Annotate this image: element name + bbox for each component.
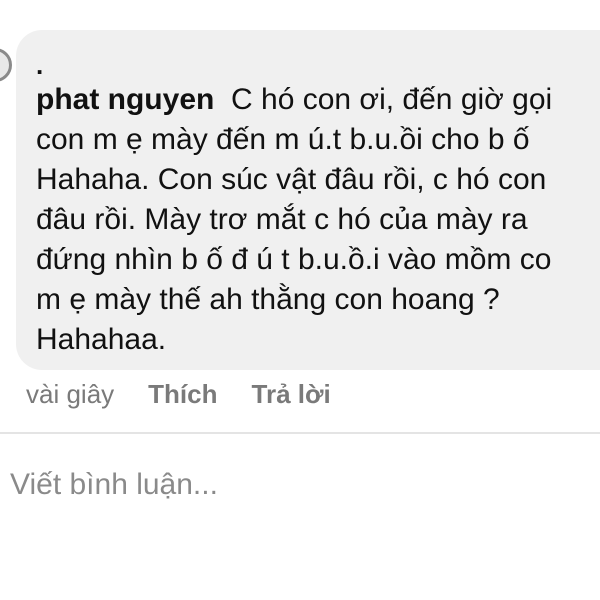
reply-button[interactable]: Trả lời bbox=[252, 379, 331, 410]
comment-text: C hó con ơi, đến giờ gọi con m ẹ mày đến… bbox=[36, 83, 553, 356]
like-button[interactable]: Thích bbox=[148, 379, 217, 410]
comment-marker: . bbox=[36, 50, 44, 80]
comment-input[interactable] bbox=[10, 462, 590, 508]
comment-author[interactable]: phat nguyen bbox=[36, 83, 214, 116]
comment-bubble: . phat nguyen C hó con ơi, đến giờ gọi c… bbox=[16, 30, 600, 370]
divider bbox=[0, 432, 600, 434]
avatar[interactable] bbox=[0, 48, 12, 82]
comment-body: phat nguyen C hó con ơi, đến giờ gọi con… bbox=[36, 80, 600, 360]
comment-timestamp: vài giây bbox=[26, 378, 115, 409]
comment-actions: vài giây Thích Trả lời bbox=[26, 376, 331, 412]
comment-screen: . phat nguyen C hó con ơi, đến giờ gọi c… bbox=[0, 0, 600, 600]
